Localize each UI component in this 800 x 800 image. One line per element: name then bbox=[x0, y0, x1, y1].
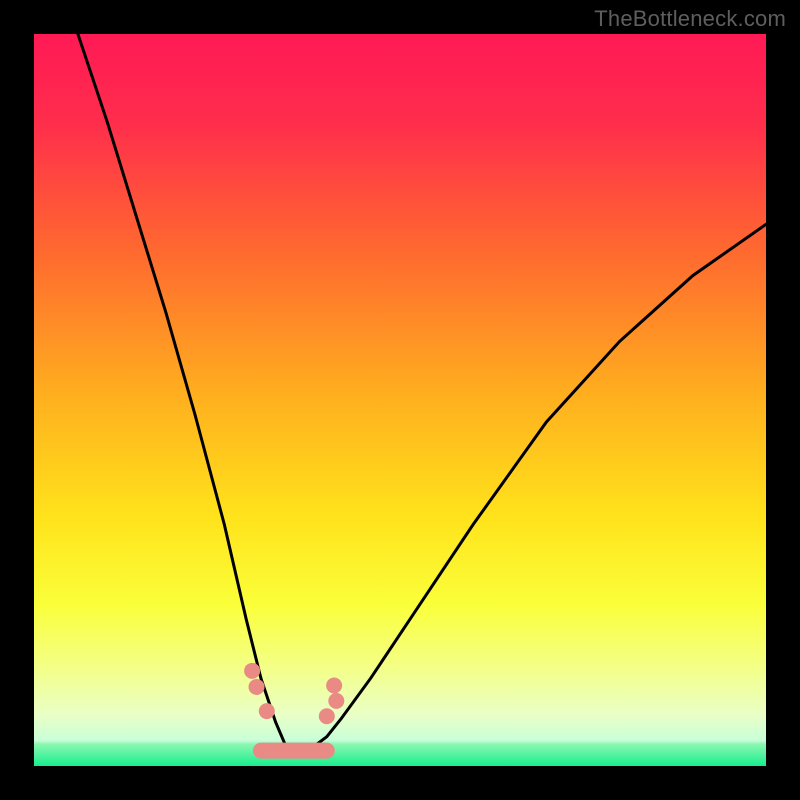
gradient-background bbox=[34, 34, 766, 766]
plot-area bbox=[34, 34, 766, 766]
watermark-text: TheBottleneck.com bbox=[594, 6, 786, 32]
chart-svg bbox=[34, 34, 766, 766]
chart-frame: TheBottleneck.com bbox=[0, 0, 800, 800]
